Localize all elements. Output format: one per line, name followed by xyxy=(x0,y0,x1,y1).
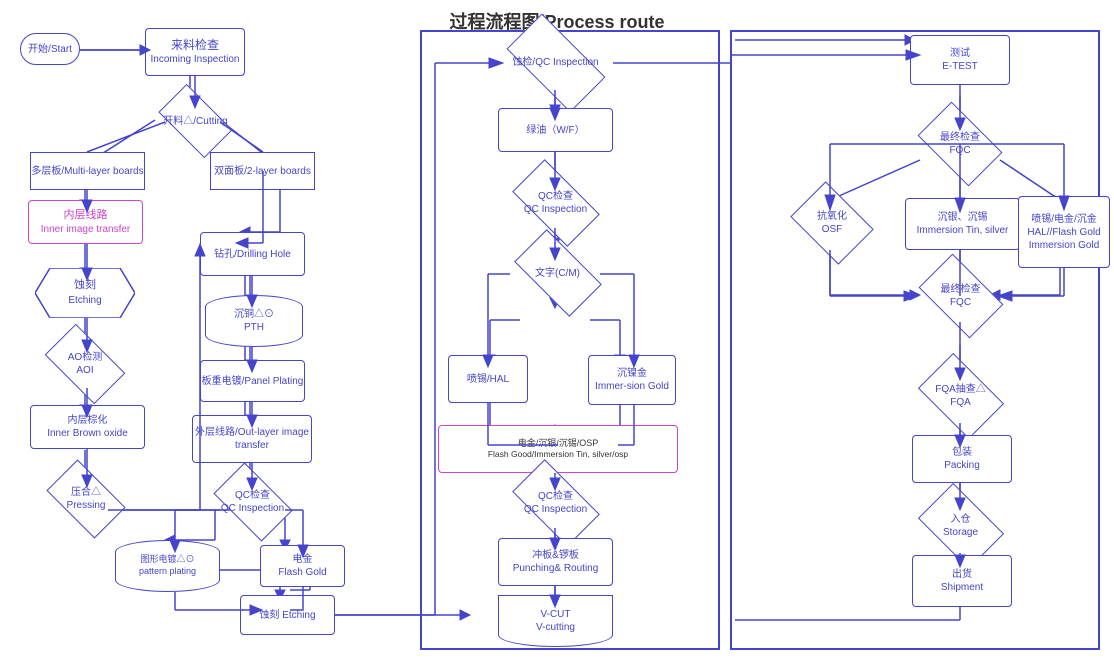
etching2-node: 蚀刻 Etching xyxy=(240,595,335,635)
fqc2-node: 最终检查FQC xyxy=(908,270,1013,322)
pattern-plating-node: 图形电镀△⊙ pattern plating xyxy=(115,540,220,592)
hal-flash-immersion-node: 喷锡/电金/沉金 HAL//Flash Gold Immersion Gold xyxy=(1018,196,1110,268)
qc-insp-top-node: 蚀检/QC Inspection xyxy=(493,35,618,90)
flash-gold-node: 电金 Flash Gold xyxy=(260,545,345,587)
qc1-node: QC检查QC Inspection xyxy=(200,478,305,526)
punching-node: 冲板&锣板 Punching& Routing xyxy=(498,538,613,586)
immersion-tin-silver-node: 沉银、沉锡 Immersion Tin, silver xyxy=(905,198,1020,250)
aoi-node: AO检测AOI xyxy=(30,340,140,388)
multilayer-node: 多层板/Multi-layer boards xyxy=(30,152,145,190)
hal-node: 喷锡/HAL xyxy=(448,355,528,403)
fqa-node: FQA抽查△FQA xyxy=(908,368,1013,423)
pressing-node: 压合△Pressing xyxy=(32,475,140,523)
flash-good-node: 电金/沉银/沉锡/OSP Flash Good/Immersion Tin, s… xyxy=(438,425,678,473)
outer-image-node: 外层线路/Out-layer image transfer xyxy=(192,415,312,463)
green-oil-node: 绿油（W/F） xyxy=(498,108,613,152)
qc3-node: QC检查QC Inspection xyxy=(498,478,613,528)
pth-node: 沉铜△⊙ PTH xyxy=(205,295,303,347)
diagram: 过程流程图/Process route xyxy=(0,0,1114,664)
osf-node: 抗氧化OSF xyxy=(782,195,882,250)
incoming-inspection-node: 来料检查 Incoming Inspection xyxy=(145,28,245,76)
shipment-node: 出货 Shipment xyxy=(912,555,1012,607)
etching-node: 蚀刻 Etching xyxy=(35,268,135,318)
vcut-node: V-CUT V-cutting xyxy=(498,595,613,647)
immersion-gold-node: 沉镍金 Immer-sion Gold xyxy=(588,355,676,405)
inner-image-node: 内层线路 Inner image transfer xyxy=(28,200,143,244)
packing-node: 包装 Packing xyxy=(912,435,1012,483)
qc2-node: QC检查QC Inspection xyxy=(498,178,613,228)
start-node: 开始/Start xyxy=(20,33,80,65)
text-cm-node: 文字(C/M) xyxy=(500,248,615,298)
panel-plating-node: 板重电镀/Panel Plating xyxy=(200,360,305,402)
svg-text:蚀刻: 蚀刻 xyxy=(74,277,96,291)
fqc-top-node: 最终检查FQC xyxy=(910,118,1010,170)
etest-node: 测试 E-TEST xyxy=(910,35,1010,85)
svg-text:Etching: Etching xyxy=(68,295,101,306)
inner-brown-node: 内层棕化 Inner Brown oxide xyxy=(30,405,145,449)
storage-node: 入仓Storage xyxy=(908,498,1013,553)
doublelayer-node: 双面板/2-layer boards xyxy=(210,152,315,190)
cutting-node: 开料△/Cutting xyxy=(143,96,248,146)
drilling-node: 钻孔/Drilling Hole xyxy=(200,232,305,276)
